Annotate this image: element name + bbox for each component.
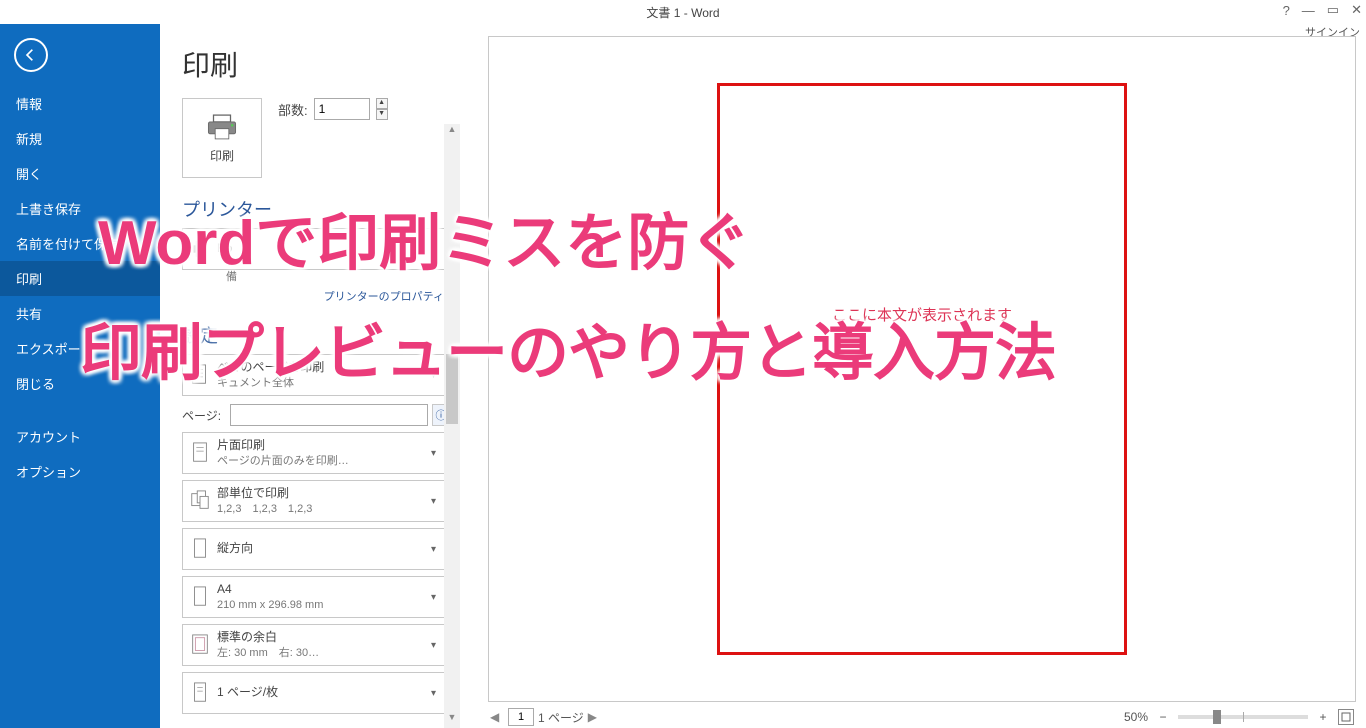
sidebar-item-info[interactable]: 情報 <box>0 86 160 121</box>
sidebar-item-share[interactable]: 共有 <box>0 296 160 331</box>
printer-small-icon <box>189 236 211 262</box>
settings-scrollbar[interactable]: ▲ ▼ <box>444 124 460 728</box>
margins-icon <box>189 632 211 658</box>
opt-sublabel: 左: 30 mm 右: 30… <box>217 646 431 660</box>
zoom-in-button[interactable]: + <box>1316 710 1330 724</box>
opt-sublabel: ページの片面のみを印刷… <box>217 454 431 468</box>
window-title: 文書 1 - Word <box>646 4 719 21</box>
minimize-icon[interactable]: — <box>1302 3 1315 18</box>
paper-icon <box>189 584 211 610</box>
printer-icon <box>205 113 239 141</box>
pages-label: ページ: <box>182 407 226 424</box>
sidebar-item-account[interactable]: アカウント <box>0 419 160 454</box>
preview-frame: ここに本文が表示されます <box>488 36 1356 702</box>
printer-select[interactable]: No ▾ <box>182 228 450 270</box>
print-button[interactable]: 印刷 <box>182 98 262 178</box>
margins-select[interactable]: 標準の余白左: 30 mm 右: 30… ▾ <box>182 624 450 666</box>
paper-size-select[interactable]: A4210 mm x 296.98 mm ▾ <box>182 576 450 618</box>
help-icon[interactable]: ? <box>1283 3 1290 18</box>
opt-label: 1 ページ/枚 <box>217 685 431 701</box>
collate-icon <box>189 488 211 514</box>
sidebar-item-saveas[interactable]: 名前を付けて保存 <box>0 226 160 261</box>
opt-label: 部単位で印刷 <box>217 486 431 502</box>
restore-icon[interactable]: ▭ <box>1327 2 1339 18</box>
copies-label: 部数: <box>278 100 308 119</box>
preview-page: ここに本文が表示されます <box>717 83 1127 655</box>
zoom-slider[interactable] <box>1178 715 1308 719</box>
sides-select[interactable]: 片面印刷ページの片面のみを印刷… ▾ <box>182 432 450 474</box>
opt-sublabel: 1,2,3 1,2,3 1,2,3 <box>217 502 431 516</box>
sidebar-item-export[interactable]: エクスポート <box>0 331 160 366</box>
opt-label: べてのページを印刷 <box>217 360 431 376</box>
opt-label: A4 <box>217 582 431 598</box>
zoom-fit-button[interactable] <box>1338 709 1354 725</box>
opt-sublabel: キュメント全体 <box>217 376 431 390</box>
pages-icon <box>189 362 211 388</box>
zoom-label: 50% <box>1124 710 1148 724</box>
back-button[interactable] <box>14 38 48 72</box>
single-side-icon <box>189 440 211 466</box>
preview-placeholder-text: ここに本文が表示されます <box>720 304 1124 325</box>
printer-status: 備 <box>182 268 450 284</box>
orientation-select[interactable]: 縦方向 ▾ <box>182 528 450 570</box>
opt-label: 縦方向 <box>217 541 431 557</box>
zoom-out-button[interactable]: − <box>1156 710 1170 724</box>
sidebar-item-options[interactable]: オプション <box>0 454 160 489</box>
opt-label: 標準の余白 <box>217 630 431 646</box>
portrait-icon <box>189 536 211 562</box>
arrow-left-icon <box>23 47 39 63</box>
next-page-button[interactable]: ▶ <box>588 710 602 724</box>
zoom-handle[interactable] <box>1213 710 1221 724</box>
copies-input[interactable] <box>314 98 370 120</box>
print-settings-panel: 印刷 印刷 部数: ▲ ▼ <box>160 24 460 728</box>
print-range-select[interactable]: べてのページを印刷キュメント全体 ▾ <box>182 354 450 396</box>
print-button-label: 印刷 <box>210 147 234 164</box>
opt-sublabel: 210 mm x 296.98 mm <box>217 598 431 612</box>
scroll-thumb[interactable] <box>446 354 458 424</box>
pages-input[interactable] <box>230 404 428 426</box>
sidebar-item-close[interactable]: 閉じる <box>0 366 160 401</box>
scroll-up-icon[interactable]: ▲ <box>444 124 460 140</box>
sidebar-item-open[interactable]: 開く <box>0 156 160 191</box>
print-preview-panel: ここに本文が表示されます ◀ 1 ページ ▶ 50% − + <box>460 24 1366 728</box>
fit-icon <box>1341 712 1351 722</box>
collate-select[interactable]: 部単位で印刷1,2,3 1,2,3 1,2,3 ▾ <box>182 480 450 522</box>
backstage-sidebar: 情報 新規 開く 上書き保存 名前を付けて保存 印刷 共有 エクスポート 閉じる… <box>0 24 160 728</box>
title-bar: 文書 1 - Word ? — ▭ ✕ <box>0 0 1366 24</box>
pages-per-sheet-select[interactable]: 1 ページ/枚 ▾ <box>182 672 450 714</box>
printer-properties-link[interactable]: プリンターのプロパティ <box>182 288 450 304</box>
settings-section-title: 設定 <box>182 322 450 348</box>
one-page-icon <box>189 680 211 706</box>
sidebar-item-save[interactable]: 上書き保存 <box>0 191 160 226</box>
prev-page-button[interactable]: ◀ <box>490 710 504 724</box>
printer-section-title: プリンター <box>182 196 450 222</box>
copies-up[interactable]: ▲ <box>376 98 388 109</box>
close-icon[interactable]: ✕ <box>1351 2 1362 18</box>
copies-down[interactable]: ▼ <box>376 109 388 120</box>
printer-name: No <box>217 241 431 257</box>
sidebar-item-print[interactable]: 印刷 <box>0 261 160 296</box>
scroll-down-icon[interactable]: ▼ <box>444 712 460 728</box>
page-number-input[interactable] <box>508 708 534 726</box>
page-title: 印刷 <box>182 44 450 84</box>
opt-label: 片面印刷 <box>217 438 431 454</box>
sidebar-item-new[interactable]: 新規 <box>0 121 160 156</box>
page-total-label: 1 ページ <box>538 709 584 726</box>
